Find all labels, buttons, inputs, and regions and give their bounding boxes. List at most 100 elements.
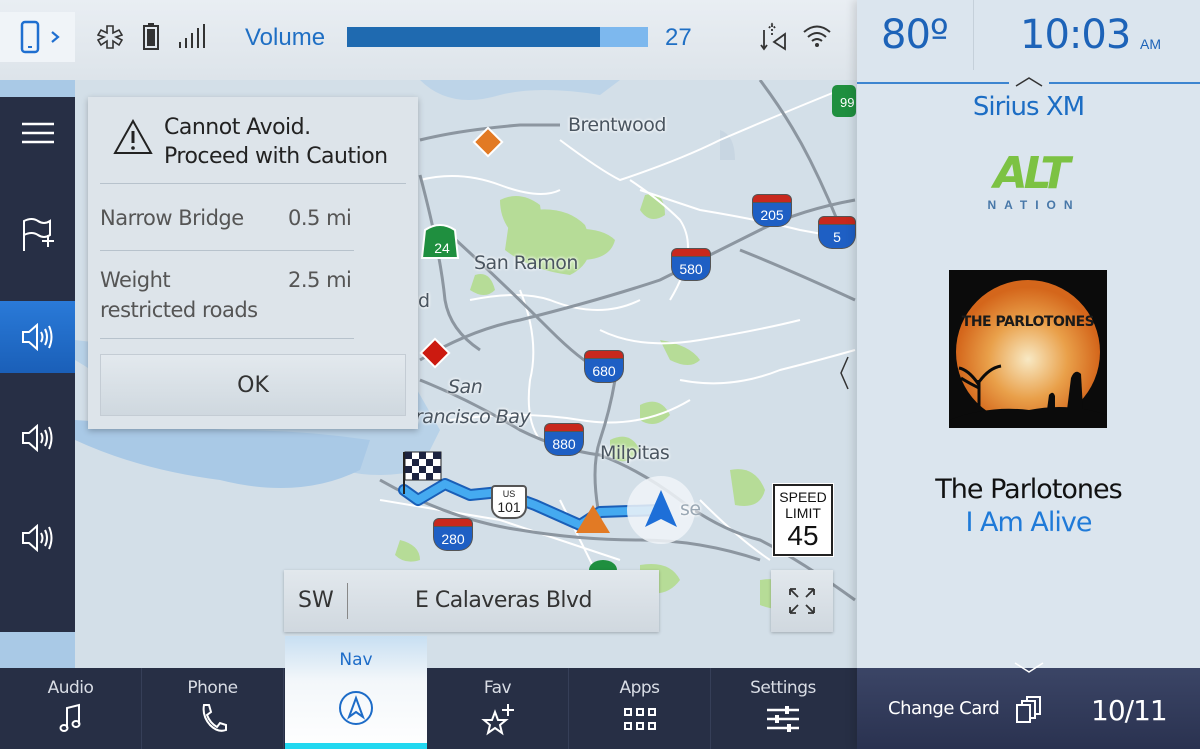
voice-guidance-alerts-button[interactable] — [0, 402, 75, 474]
speaker-loud-icon — [21, 323, 52, 351]
chevron-down-icon[interactable] — [1013, 660, 1045, 676]
card-position: 10/11 — [1091, 694, 1168, 727]
tab-label: Settings — [750, 678, 816, 698]
channel-logo-subtext: NATION — [987, 198, 1081, 212]
map-label-san: San — [448, 376, 483, 398]
volume-value: 27 — [665, 24, 692, 51]
song-title: I Am Alive — [965, 507, 1093, 538]
artist-name: The Parlotones — [935, 474, 1122, 505]
audio-source: Sirius XM — [972, 92, 1085, 122]
divider — [100, 183, 406, 184]
map-label-brentwood: Brentwood — [568, 114, 666, 136]
divider — [100, 250, 354, 251]
chevron-left-icon[interactable] — [838, 355, 850, 391]
voice-guidance-full-button[interactable] — [0, 301, 75, 373]
temperature[interactable]: 80º — [881, 12, 949, 58]
tab-fav[interactable]: Fav — [427, 668, 569, 749]
change-card-button[interactable]: Change Card — [888, 698, 1000, 719]
tab-label: Phone — [187, 678, 238, 698]
hazard-label: Narrow Bridge — [100, 206, 244, 230]
cards-stack-icon[interactable] — [1015, 695, 1043, 725]
voice-guidance-off-button[interactable] — [0, 502, 75, 574]
divider — [857, 82, 1009, 84]
speed-limit-sign: SPEED LIMIT 45 — [772, 483, 834, 557]
shield-99-label: 99 — [840, 95, 855, 110]
shield-us-101: US 101 — [491, 485, 527, 519]
wifi-icon — [803, 25, 831, 47]
album-art: THE PARLOTONES — [949, 270, 1107, 428]
clock-time: 10:03 — [1020, 12, 1131, 58]
speaker-icon — [21, 524, 52, 552]
tab-apps[interactable]: Apps — [569, 668, 711, 749]
divider — [973, 0, 974, 70]
tab-audio[interactable]: Audio — [0, 668, 142, 749]
dialog-title-line2: Proceed with Caution — [164, 144, 388, 169]
hamburger-icon — [21, 122, 54, 144]
navigation-arrow-icon — [339, 691, 373, 725]
map-label-milpitas: Milpitas — [600, 442, 670, 464]
shield-5: 5 — [818, 216, 856, 252]
status-bar: Volume 27 — [0, 0, 857, 80]
hazard-label-line2: restricted roads — [100, 298, 258, 322]
shield-680: 680 — [584, 350, 624, 386]
shield-24-label: 24 — [434, 240, 450, 256]
media-card-panel: 80º 10:03 AM Sirius XM ALT NATION THE PA… — [857, 0, 1200, 749]
hazard-label-line1: Weight — [100, 268, 171, 292]
speed-limit-value: 45 — [787, 520, 819, 551]
hazard-marker-orange — [472, 126, 504, 158]
divider — [100, 338, 354, 339]
tab-settings[interactable]: Settings — [712, 668, 854, 749]
dialog-title: Cannot Avoid. Proceed with Caution — [164, 113, 388, 171]
speed-limit-label: SPEED — [779, 489, 827, 505]
signal-icon — [179, 24, 205, 48]
gps-icon — [760, 22, 786, 51]
speed-limit-label: LIMIT — [785, 505, 821, 521]
flag-plus-icon — [22, 218, 54, 251]
map-sidebar — [0, 97, 75, 632]
hazard-distance: 2.5 mi — [288, 268, 352, 292]
divider — [1049, 82, 1200, 84]
menu-button[interactable] — [0, 97, 75, 169]
volume-fill — [347, 27, 600, 47]
chevron-right-icon — [51, 31, 60, 43]
channel-logo-text: ALT — [993, 148, 1071, 199]
shield-580: 580 — [671, 248, 711, 284]
fullscreen-button[interactable] — [771, 570, 833, 632]
current-street-bar[interactable]: SW E Calaveras Blvd — [284, 570, 659, 632]
smartphone-icon — [20, 20, 40, 54]
dialog-title-line1: Cannot Avoid. — [164, 115, 311, 140]
volume-label: Volume — [245, 24, 326, 51]
ok-button[interactable]: OK — [100, 354, 406, 416]
bottom-navigation: Audio Phone Fav Apps Settings — [0, 668, 857, 749]
sliders-icon — [767, 706, 799, 732]
music-note-icon — [59, 703, 80, 732]
map-label-san-jose: se — [680, 498, 701, 520]
heading-direction: SW — [298, 588, 334, 613]
speaker-icon — [21, 424, 52, 452]
apps-grid-icon — [623, 708, 656, 730]
chevron-up-icon[interactable] — [1014, 74, 1044, 88]
phone-connection-button[interactable] — [0, 12, 75, 62]
active-tab-indicator — [285, 743, 427, 749]
album-art-title: THE PARLOTONES — [961, 314, 1095, 330]
star-plus-icon — [480, 704, 514, 736]
volume-slider[interactable] — [347, 27, 648, 47]
tab-label: Fav — [483, 678, 512, 698]
tab-label: Nav — [339, 650, 373, 670]
tab-phone[interactable]: Phone — [142, 668, 284, 749]
phone-handset-icon — [202, 704, 227, 732]
tab-label: Audio — [47, 678, 94, 698]
asterisk-icon — [97, 25, 123, 49]
tab-nav[interactable]: Nav — [285, 636, 427, 749]
map-label-san-ramon: San Ramon — [474, 252, 578, 274]
tab-label: Apps — [619, 678, 660, 698]
shield-205: 205 — [752, 194, 792, 230]
channel-logo: ALT NATION — [976, 148, 1084, 213]
clock-ampm: AM — [1140, 36, 1161, 52]
expand-icon — [789, 588, 815, 614]
shield-280: 280 — [433, 518, 473, 554]
street-name: E Calaveras Blvd — [414, 588, 593, 613]
shield-880: 880 — [544, 423, 584, 459]
battery-icon — [143, 23, 159, 50]
add-waypoint-button[interactable] — [0, 199, 75, 271]
